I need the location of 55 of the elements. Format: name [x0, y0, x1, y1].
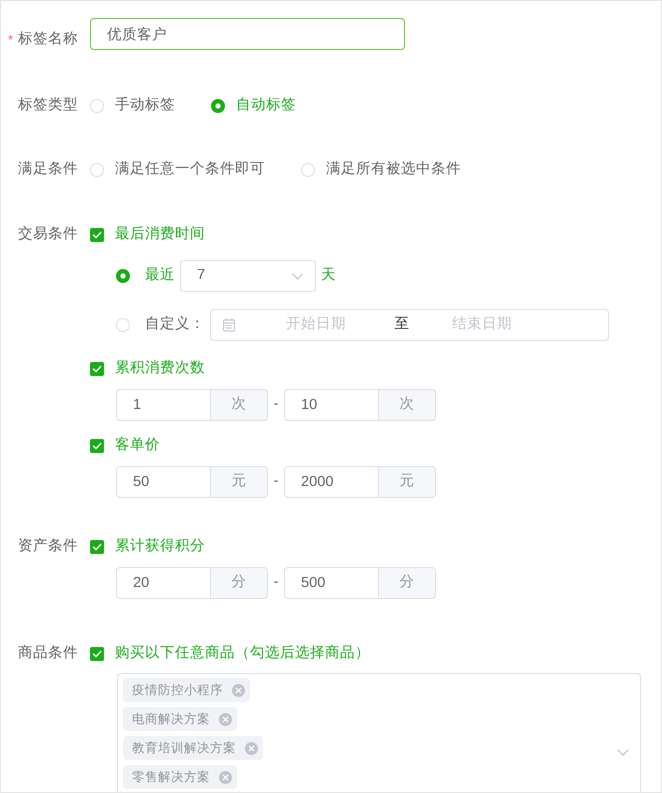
field-label: 资产条件 [18, 537, 78, 556]
close-icon[interactable] [219, 770, 232, 784]
tag-label: 电商解决方案 [132, 710, 210, 728]
number-input[interactable]: 500 [284, 567, 379, 599]
required-mark: * [8, 31, 13, 50]
chevron-down-icon [617, 749, 629, 756]
radio-label[interactable]: 手动标签 [115, 95, 175, 117]
radio-button[interactable] [116, 318, 130, 332]
unit-label: 次 [379, 389, 436, 421]
unit-label: 次 [211, 389, 268, 421]
unit-label: 分 [211, 567, 268, 599]
tag-label: 教育培训解决方案 [132, 740, 236, 757]
tag-label: 疫情防控小程序 [132, 682, 223, 699]
field-label: 标签类型 [18, 96, 78, 116]
checkbox[interactable] [90, 228, 104, 242]
number-input[interactable]: 1 [116, 389, 211, 421]
calendar-icon [222, 318, 236, 332]
radio-button[interactable] [90, 162, 104, 177]
close-icon[interactable] [245, 742, 258, 754]
field-label: 满足条件 [18, 160, 78, 180]
field-label: 交易条件 [18, 224, 78, 244]
close-icon[interactable] [232, 684, 245, 696]
range-separator: 至 [394, 315, 410, 334]
unit-label: 元 [211, 466, 268, 498]
start-date-input[interactable]: 开始日期 [242, 314, 390, 336]
date-range-field[interactable]: 开始日期 至 结束日期 [210, 309, 609, 341]
chevron-down-icon [292, 272, 303, 280]
tag-name-input[interactable]: 优质客户 [90, 18, 405, 50]
number-input[interactable]: 50 [116, 466, 211, 498]
radio-label[interactable]: 满足所有被选中条件 [326, 159, 461, 181]
checkbox[interactable] [90, 540, 104, 554]
days-select[interactable]: 7 [180, 260, 316, 292]
range-separator: - [272, 573, 280, 592]
range-separator: - [272, 472, 280, 492]
number-input[interactable]: 20 [116, 567, 211, 599]
radio-label[interactable]: 满足任意一个条件即可 [115, 159, 265, 181]
checkbox[interactable] [90, 439, 104, 453]
number-input[interactable]: 10 [284, 389, 379, 421]
radio-button[interactable] [116, 269, 130, 283]
field-label: 商品条件 [18, 644, 78, 664]
radio-label[interactable]: 自定义： [145, 314, 205, 336]
unit-label: 元 [379, 466, 436, 498]
checkbox[interactable] [90, 362, 104, 376]
unit-label: 天 [321, 266, 336, 286]
field-label: 标签名称 [18, 30, 78, 50]
end-date-input[interactable]: 结束日期 [414, 314, 550, 336]
checkbox[interactable] [90, 647, 104, 661]
close-icon[interactable] [219, 712, 232, 726]
range-separator: - [272, 395, 280, 414]
radio-button[interactable] [90, 98, 104, 113]
radio-button[interactable] [211, 98, 225, 113]
number-input[interactable]: 2000 [284, 466, 379, 498]
radio-button[interactable] [301, 162, 315, 177]
unit-label: 分 [379, 567, 436, 599]
tag-label: 零售解决方案 [132, 768, 210, 786]
